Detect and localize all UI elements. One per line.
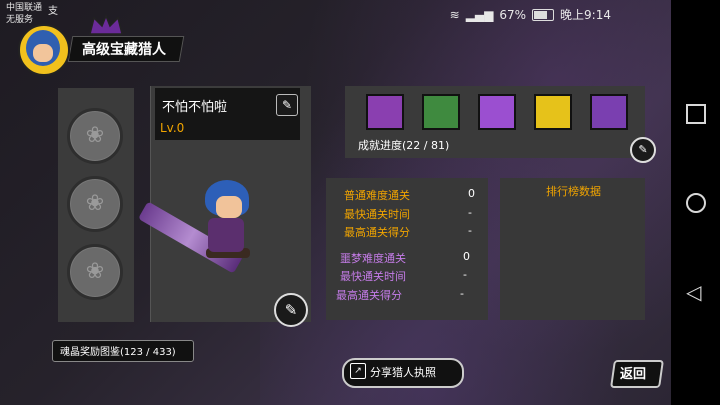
normal-score-value: - [468, 224, 472, 237]
share-icon: ↗ [350, 363, 366, 379]
lotus-icon: ❀ [85, 123, 105, 148]
normal-fastest-value: - [468, 206, 472, 219]
dragon-icon[interactable] [478, 94, 516, 130]
wifi-icon: ≋ [449, 7, 460, 22]
battery-icon [532, 8, 555, 21]
castle-icon[interactable] [366, 94, 404, 130]
equipment-slot[interactable]: ❀ [67, 176, 123, 232]
clock: 晚上9:14 [560, 8, 611, 22]
home-icon[interactable] [686, 193, 706, 213]
carrier-info: 中国联通 无服务 [6, 2, 42, 26]
recent-apps-icon[interactable] [686, 104, 706, 124]
nightmare-fastest-label: 最快通关时间 [340, 270, 406, 283]
hero-face [216, 196, 242, 218]
edit-achievements-button[interactable]: ✎ [630, 137, 656, 163]
shield-emblem-icon[interactable] [534, 94, 572, 130]
crown-decoration-icon [89, 14, 123, 35]
nightmare-clear-label: 噩梦难度通关 [340, 252, 406, 265]
normal-score-label: 最高通关得分 [344, 226, 410, 239]
avatar-face [33, 44, 53, 62]
normal-clear-value: 0 [468, 187, 475, 200]
nightmare-score-label: 最高通关得分 [336, 289, 402, 302]
equipment-slot[interactable]: ❀ [67, 108, 123, 164]
ranking-title: 排行榜数据 [546, 185, 601, 198]
achievement-progress: 成就进度(22 / 81) [358, 139, 450, 152]
hero-body [208, 218, 244, 252]
edit-character-button[interactable]: ✎ [274, 293, 308, 327]
nightmare-fastest-value: - [463, 268, 467, 281]
hunter-level: Lv.0 [160, 121, 185, 135]
return-label: 返回 [620, 367, 647, 382]
edit-name-button[interactable]: ✎ [276, 94, 298, 116]
normal-fastest-label: 最快通关时间 [344, 208, 410, 221]
alipay-icon: 支 [48, 6, 58, 17]
back-nav-icon[interactable]: ◁ [686, 280, 701, 304]
hundred-badge-icon[interactable] [590, 94, 628, 130]
nightmare-clear-value: 0 [463, 250, 470, 263]
normal-clear-label: 普通难度通关 [344, 189, 410, 202]
ranking-panel [500, 178, 645, 320]
page-title: 高级宝藏猎人 [82, 42, 166, 58]
equipment-slot[interactable]: ❀ [67, 244, 123, 300]
nightmare-score-value: - [460, 287, 464, 300]
lotus-icon: ❀ [85, 259, 105, 284]
plant-monster-icon[interactable] [422, 94, 460, 130]
signal-icon: ▂▄▆ [465, 7, 494, 22]
status-indicators: ≋ ▂▄▆ 67% 晚上9:14 [450, 6, 611, 23]
soul-reward-label: 魂晶奖励图鉴(123 / 433) [60, 347, 176, 358]
battery-percent: 67% [499, 7, 527, 22]
lotus-icon: ❀ [85, 191, 105, 216]
share-license-label: 分享猎人执照 [370, 366, 436, 379]
hunter-name: 不怕不怕啦 [162, 100, 228, 115]
carrier-name: 中国联通 [6, 3, 43, 13]
